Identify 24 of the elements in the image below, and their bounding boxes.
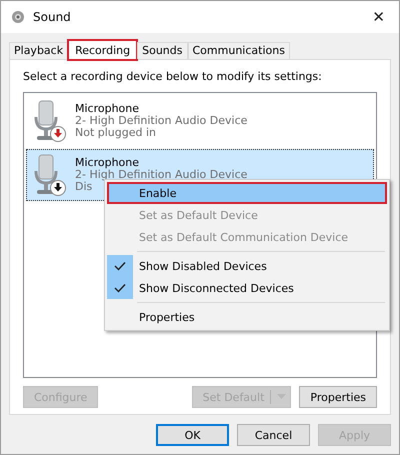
menu-item[interactable]: Properties	[107, 306, 387, 328]
microphone-icon	[33, 99, 67, 143]
panel-button[interactable]: Properties	[299, 386, 377, 408]
window-title: Sound	[33, 10, 72, 24]
menu-item[interactable]: Show Disconnected Devices	[107, 277, 387, 299]
device-name: Microphone	[75, 103, 140, 115]
device-description: 2- High Definition Audio Device	[75, 115, 248, 127]
dialog-button[interactable]: OK	[156, 424, 229, 446]
speaker-icon	[11, 10, 25, 24]
menu-item[interactable]: Enable	[107, 182, 387, 204]
device-item[interactable]: Microphone 2- High Definition Audio Device Not plugged in	[26, 95, 374, 147]
instruction-text: Select a recording device below to modify its settings:	[23, 70, 323, 83]
menu-item[interactable]: Show Disabled Devices	[107, 255, 387, 277]
tab[interactable]: Communications	[188, 42, 290, 59]
close-button[interactable]: ✕	[368, 8, 389, 26]
tab[interactable]: Playback	[9, 42, 68, 59]
device-name: Microphone	[75, 157, 140, 169]
tab[interactable]: Recording	[68, 40, 138, 60]
device-status: Not plugged in	[75, 127, 156, 139]
microphone-icon	[33, 153, 67, 197]
device-description: 2- High Definition Audio Device	[75, 169, 248, 181]
tab[interactable]: Sounds	[137, 42, 188, 59]
dialog-button[interactable]: Cancel	[237, 424, 310, 446]
device-status: Dis	[75, 181, 92, 193]
